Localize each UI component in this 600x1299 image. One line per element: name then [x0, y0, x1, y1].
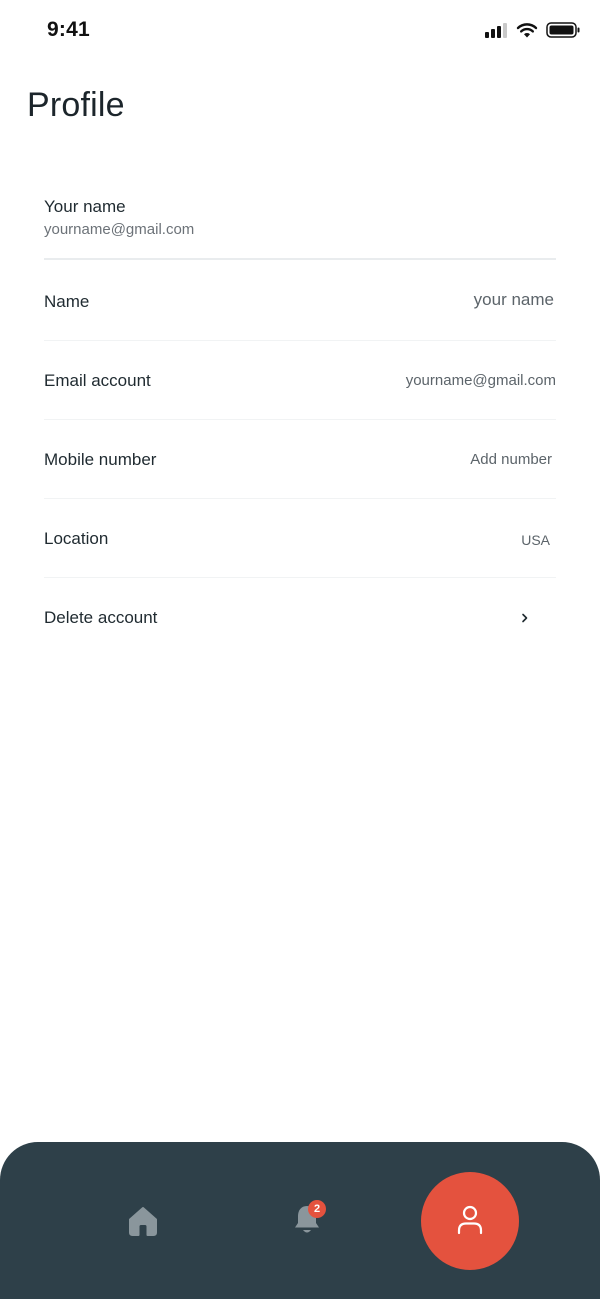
delete-account-button[interactable]: Delete account [44, 578, 556, 657]
status-bar: 9:41 [0, 0, 600, 62]
profile-email: yourname@gmail.com [44, 221, 195, 238]
row-label: Name [44, 292, 90, 311]
email-value: yourname@gmail.com [405, 372, 556, 389]
home-icon [129, 1207, 157, 1236]
profile-name: Your name [44, 197, 126, 216]
nav-profile-button[interactable] [421, 1172, 519, 1270]
status-time: 9:41 [47, 18, 90, 41]
row-label: Location [44, 529, 109, 548]
nav-home-button[interactable] [126, 1204, 160, 1238]
row-label: Delete account [44, 608, 158, 627]
wifi-icon [516, 23, 538, 38]
user-icon [457, 1205, 483, 1235]
settings-row-mobile-number[interactable]: Mobile number Add number [44, 420, 556, 499]
status-icons [484, 22, 580, 38]
settings-row-email[interactable]: Email account yourname@gmail.com [44, 341, 556, 420]
nav-notifications-button[interactable]: 2 [291, 1200, 326, 1240]
settings-list: Name your name Email account yourname@gm… [44, 262, 556, 657]
profile-header: Your name yourname@gmail.com [44, 195, 556, 260]
row-label: Mobile number [44, 450, 157, 469]
cellular-signal-icon [485, 23, 507, 38]
row-label: Email account [44, 371, 151, 390]
bottom-nav: 2 [0, 1142, 600, 1299]
mobile-number-value: Add number [470, 451, 552, 468]
chevron-right-icon [522, 613, 528, 623]
name-value: your name [473, 290, 554, 309]
settings-row-name[interactable]: Name your name [44, 262, 556, 341]
notification-badge: 2 [308, 1200, 326, 1218]
location-value: USA [521, 532, 550, 548]
settings-row-location[interactable]: Location USA [44, 499, 556, 578]
page-title: Profile [27, 86, 125, 124]
battery-icon [546, 22, 580, 38]
